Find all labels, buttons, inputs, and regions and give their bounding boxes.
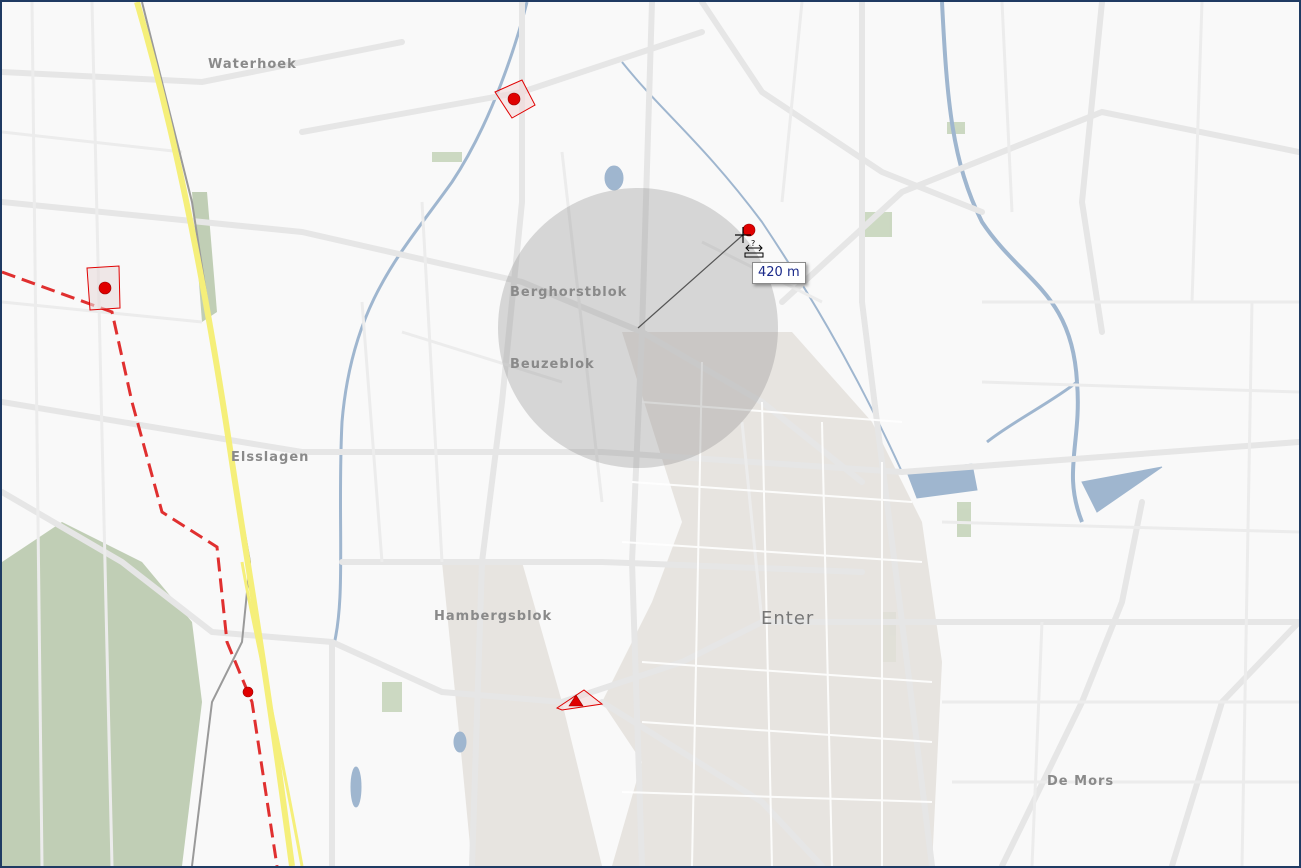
marker-north[interactable] [507, 92, 521, 106]
marker-southwest[interactable] [242, 686, 254, 698]
marker-target[interactable] [742, 223, 756, 237]
place-label-hambergsblok: Hambergsblok [434, 609, 553, 624]
measure-distance-tooltip: 420 m [752, 262, 806, 284]
map-viewport[interactable]: ? Waterhoek Berghorstblok Beuzeblok Elss… [0, 0, 1301, 868]
place-label-beuzeblok: Beuzeblok [510, 357, 595, 372]
place-label-elsslagen: Elsslagen [231, 450, 310, 465]
place-label-waterhoek: Waterhoek [208, 57, 297, 72]
place-label-enter: Enter [761, 608, 815, 629]
svg-text:?: ? [751, 239, 755, 248]
map-canvas[interactable]: ? [2, 2, 1299, 866]
marker-west[interactable] [98, 281, 112, 295]
place-label-de-mors: De Mors [1047, 774, 1115, 789]
place-label-berghorstblok: Berghorstblok [510, 285, 628, 300]
